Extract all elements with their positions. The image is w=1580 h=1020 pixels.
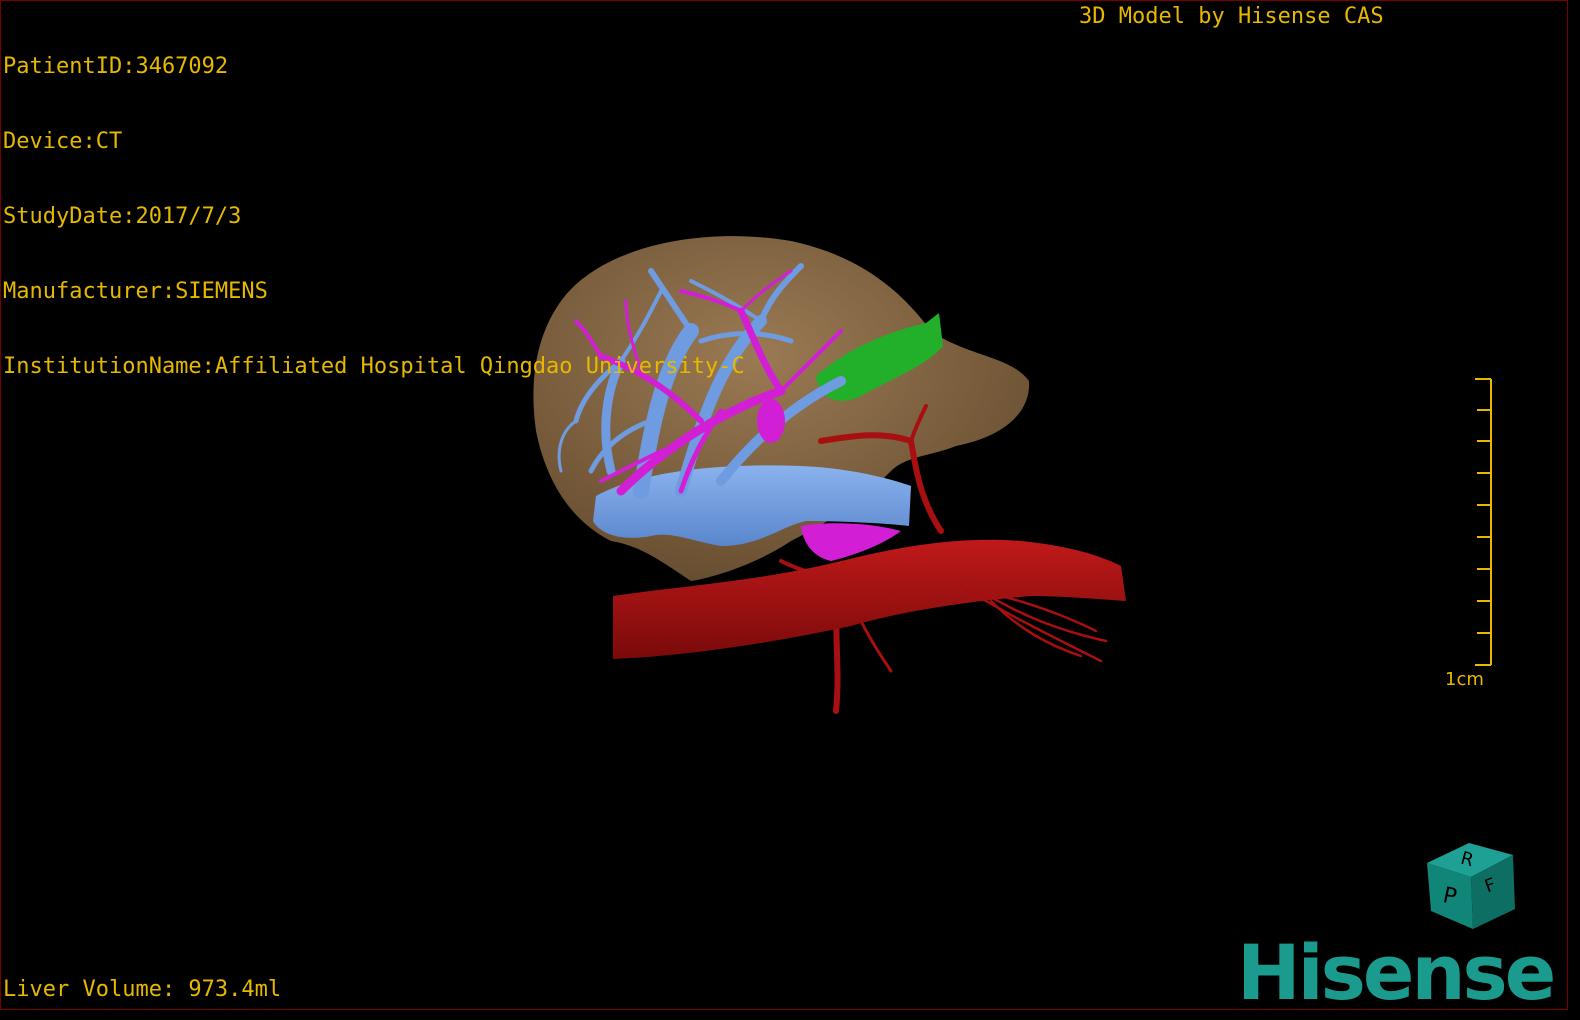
scale-bar-label: 1cm (1445, 669, 1484, 690)
device-label: Device:CT (3, 129, 123, 154)
institution-name: InstitutionName:Affiliated Hospital Qing… (3, 354, 745, 379)
orientation-cube-icon[interactable]: R P F (1417, 837, 1527, 937)
liver-volume: Liver Volume: 973.4ml (3, 977, 282, 1002)
3d-viewport[interactable]: PatientID:3467092 Device:CT StudyDate:20… (0, 0, 1568, 1017)
manufacturer: Manufacturer:SIEMENS (3, 279, 268, 304)
patient-info-block: PatientID:3467092 Device:CT StudyDate:20… (3, 4, 745, 429)
scale-bar (1475, 378, 1492, 666)
study-date: StudyDate:2017/7/3 (3, 204, 242, 229)
model-credit: 3D Model by Hisense CAS (1079, 4, 1384, 29)
hisense-logo: Hisense (1237, 928, 1556, 1017)
portal-confluence (757, 399, 785, 443)
patient-id: PatientID:3467092 (3, 54, 229, 79)
